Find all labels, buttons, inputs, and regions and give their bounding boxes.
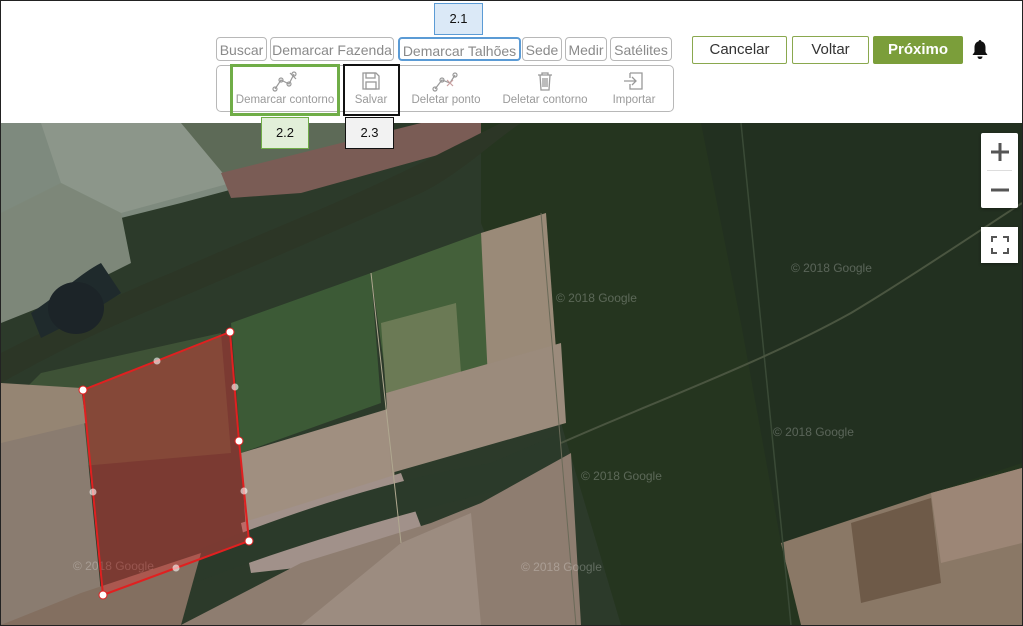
bell-icon[interactable]: [970, 39, 990, 61]
zoom-in-button[interactable]: [981, 133, 1018, 170]
callout-box-contour: 2.2: [261, 117, 309, 149]
field-polygon[interactable]: [1, 123, 1022, 625]
import-icon: [624, 72, 643, 90]
polygon-vertex[interactable]: [78, 385, 88, 395]
delete-contour-tool[interactable]: Deletar contorno: [498, 67, 592, 111]
cancel-button[interactable]: Cancelar: [692, 36, 787, 64]
delete-point-icon: [432, 72, 458, 92]
callout-highlight-contour: [230, 64, 340, 116]
satellite-map[interactable]: © 2018 Google © 2018 Google © 2018 Googl…: [1, 122, 1022, 625]
import-label: Importar: [612, 94, 656, 106]
top-toolbar: Buscar Demarcar Fazenda Demarcar Talhões…: [1, 1, 1022, 123]
minus-icon: [990, 188, 1009, 191]
zoom-out-button[interactable]: [981, 171, 1018, 208]
polygon-midpoint[interactable]: [89, 488, 97, 496]
tab-satelites[interactable]: Satélites: [610, 37, 672, 61]
polygon-vertex[interactable]: [98, 590, 108, 600]
tab-demarcar-talhoes[interactable]: Demarcar Talhões: [398, 37, 521, 61]
polygon-vertex[interactable]: [244, 536, 254, 546]
polygon-midpoint[interactable]: [153, 357, 161, 365]
delete-point-tool[interactable]: Deletar ponto: [406, 67, 486, 111]
delete-contour-label: Deletar contorno: [502, 94, 588, 106]
polygon-vertex[interactable]: [225, 327, 235, 337]
back-button[interactable]: Voltar: [792, 36, 869, 64]
trash-icon: [538, 72, 552, 91]
tab-buscar[interactable]: Buscar: [216, 37, 267, 61]
tab-sede[interactable]: Sede: [522, 37, 562, 61]
import-tool[interactable]: Importar: [606, 67, 662, 111]
polygon-midpoint[interactable]: [231, 383, 239, 391]
tab-demarcar-fazenda[interactable]: Demarcar Fazenda: [270, 37, 394, 61]
next-button[interactable]: Próximo: [873, 36, 963, 64]
callout-box-tab: 2.1: [434, 3, 483, 35]
plus-icon: [990, 142, 1009, 161]
zoom-control: [981, 133, 1018, 208]
polygon-vertex[interactable]: [234, 436, 244, 446]
callout-highlight-save: [343, 64, 400, 116]
app-frame: © 2018 Google © 2018 Google © 2018 Googl…: [0, 0, 1023, 626]
delete-point-label: Deletar ponto: [411, 94, 481, 106]
fullscreen-button[interactable]: [981, 227, 1018, 263]
fullscreen-icon: [990, 236, 1009, 254]
polygon-midpoint[interactable]: [172, 564, 180, 572]
callout-box-save: 2.3: [345, 117, 394, 149]
polygon-midpoint[interactable]: [240, 487, 248, 495]
tab-medir[interactable]: Medir: [565, 37, 607, 61]
